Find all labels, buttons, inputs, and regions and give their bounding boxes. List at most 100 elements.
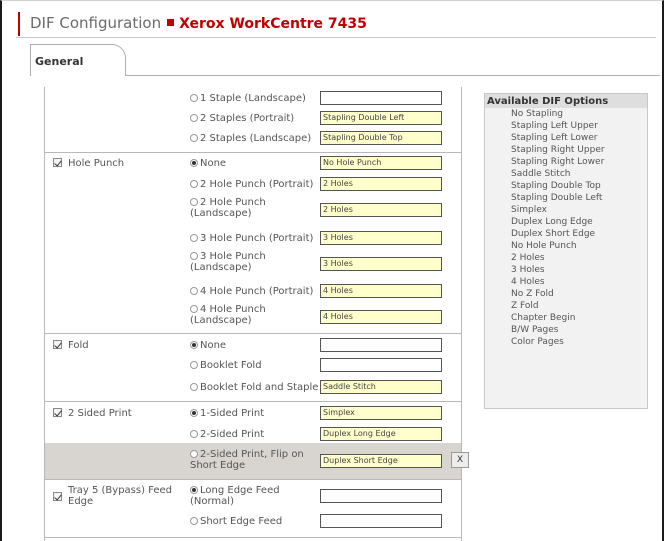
option-fold-none[interactable]: None bbox=[190, 340, 320, 351]
section-divider bbox=[45, 333, 461, 334]
title-bar: DIF Configuration Xerox WorkCentre 7435 bbox=[16, 10, 656, 38]
device-name: Xerox WorkCentre 7435 bbox=[179, 16, 367, 32]
list-item[interactable]: Z Fold bbox=[511, 300, 647, 312]
list-item[interactable]: No Hole Punch bbox=[511, 240, 647, 252]
section-divider bbox=[45, 479, 461, 480]
option-2-hole-landscape[interactable]: 2 Hole Punch (Landscape) bbox=[190, 197, 320, 219]
section-divider bbox=[45, 537, 461, 538]
group-tray-5-feed-edge[interactable]: Tray 5 (Bypass) Feed Edge bbox=[53, 485, 185, 507]
list-item[interactable]: Color Pages bbox=[511, 336, 647, 348]
field-4-hole-portrait[interactable]: 4 Holes bbox=[320, 284, 442, 298]
radio-icon[interactable] bbox=[190, 159, 198, 167]
radio-icon[interactable] bbox=[190, 94, 198, 102]
radio-icon[interactable] bbox=[190, 409, 198, 417]
option-2-hole-portrait[interactable]: 2 Hole Punch (Portrait) bbox=[190, 179, 320, 190]
radio-icon[interactable] bbox=[190, 361, 198, 369]
field-2-hole-landscape[interactable]: 2 Holes bbox=[320, 203, 442, 217]
option-booklet-fold-staple[interactable]: Booklet Fold and Staple bbox=[190, 382, 320, 393]
option-1-sided[interactable]: 1-Sided Print bbox=[190, 408, 320, 419]
dif-options-list: No Stapling Stapling Left Upper Stapling… bbox=[485, 108, 647, 348]
option-3-hole-landscape[interactable]: 3 Hole Punch (Landscape) bbox=[190, 251, 320, 273]
field-2-sided[interactable]: Duplex Long Edge bbox=[320, 427, 442, 441]
option-3-hole-portrait[interactable]: 3 Hole Punch (Portrait) bbox=[190, 233, 320, 244]
checkbox-icon[interactable] bbox=[53, 492, 62, 501]
list-item[interactable]: Stapling Double Top bbox=[511, 180, 647, 192]
group-2-sided-print[interactable]: 2 Sided Print bbox=[53, 408, 132, 419]
checkbox-icon[interactable] bbox=[53, 408, 62, 417]
option-4-hole-portrait[interactable]: 4 Hole Punch (Portrait) bbox=[190, 286, 320, 297]
list-item[interactable]: Saddle Stitch bbox=[511, 168, 647, 180]
radio-icon[interactable] bbox=[190, 134, 198, 142]
field-2-hole-portrait[interactable]: 2 Holes bbox=[320, 177, 442, 191]
title-accent-bar bbox=[18, 12, 20, 36]
option-2-sided[interactable]: 2-Sided Print bbox=[190, 429, 320, 440]
radio-icon[interactable] bbox=[190, 305, 198, 313]
list-item[interactable]: No Stapling bbox=[511, 108, 647, 120]
field-short-edge-feed[interactable] bbox=[320, 514, 442, 528]
option-hole-none[interactable]: None bbox=[190, 158, 320, 169]
page-title-text: DIF Configuration bbox=[30, 14, 162, 32]
field-hole-none[interactable]: No Hole Punch bbox=[320, 156, 442, 170]
available-dif-options: Available DIF Options No Stapling Stapli… bbox=[484, 93, 648, 409]
clear-button[interactable]: X bbox=[451, 452, 469, 468]
list-item[interactable]: B/W Pages bbox=[511, 324, 647, 336]
option-long-edge-feed[interactable]: Long Edge Feed (Normal) bbox=[190, 485, 320, 507]
field-3-hole-landscape[interactable]: 3 Holes bbox=[320, 257, 442, 271]
list-item[interactable]: Simplex bbox=[511, 204, 647, 216]
checkbox-icon[interactable] bbox=[53, 340, 62, 349]
radio-icon[interactable] bbox=[190, 450, 198, 458]
list-item[interactable]: 3 Holes bbox=[511, 264, 647, 276]
tab-general-label: General bbox=[35, 55, 84, 68]
list-item[interactable]: No Z Fold bbox=[511, 288, 647, 300]
radio-icon[interactable] bbox=[190, 341, 198, 349]
group-hole-punch[interactable]: Hole Punch bbox=[53, 158, 124, 169]
list-item[interactable]: Stapling Double Left bbox=[511, 192, 647, 204]
field-fold-none[interactable] bbox=[320, 338, 442, 352]
radio-icon[interactable] bbox=[190, 252, 198, 260]
list-item[interactable]: 2 Holes bbox=[511, 252, 647, 264]
radio-icon[interactable] bbox=[190, 198, 198, 206]
list-item[interactable]: Duplex Long Edge bbox=[511, 216, 647, 228]
tab-general[interactable]: General bbox=[30, 44, 126, 76]
page-title: DIF Configuration Xerox WorkCentre 7435 bbox=[30, 14, 367, 32]
field-2-sided-short-edge[interactable]: Duplex Short Edge bbox=[320, 454, 442, 468]
radio-icon[interactable] bbox=[190, 517, 198, 525]
available-dif-options-title: Available DIF Options bbox=[485, 94, 647, 108]
radio-icon[interactable] bbox=[190, 287, 198, 295]
option-4-hole-landscape[interactable]: 4 Hole Punch (Landscape) bbox=[190, 304, 320, 326]
section-divider bbox=[45, 152, 461, 153]
list-item[interactable]: 4 Holes bbox=[511, 276, 647, 288]
field-3-hole-portrait[interactable]: 3 Holes bbox=[320, 231, 442, 245]
option-booklet-fold[interactable]: Booklet Fold bbox=[190, 360, 320, 371]
field-1-staple-landscape[interactable] bbox=[320, 91, 442, 105]
radio-icon[interactable] bbox=[190, 486, 198, 494]
list-item[interactable]: Chapter Begin bbox=[511, 312, 647, 324]
field-1-sided[interactable]: Simplex bbox=[320, 406, 442, 420]
radio-icon[interactable] bbox=[190, 180, 198, 188]
list-item[interactable]: Stapling Left Lower bbox=[511, 132, 647, 144]
option-2-staples-landscape[interactable]: 2 Staples (Landscape) bbox=[190, 133, 320, 144]
field-booklet-fold-staple[interactable]: Saddle Stitch bbox=[320, 380, 442, 394]
list-item[interactable]: Stapling Right Lower bbox=[511, 156, 647, 168]
field-2-staples-portrait[interactable]: Stapling Double Left bbox=[320, 111, 442, 125]
option-1-staple-landscape[interactable]: 1 Staple (Landscape) bbox=[190, 93, 320, 104]
section-divider bbox=[45, 401, 461, 402]
radio-icon[interactable] bbox=[190, 114, 198, 122]
square-bullet-icon bbox=[167, 19, 175, 26]
radio-icon[interactable] bbox=[190, 234, 198, 242]
option-short-edge-feed[interactable]: Short Edge Feed bbox=[190, 516, 320, 527]
list-item[interactable]: Stapling Right Upper bbox=[511, 144, 647, 156]
radio-icon[interactable] bbox=[190, 383, 198, 391]
radio-icon[interactable] bbox=[190, 430, 198, 438]
field-2-staples-landscape[interactable]: Stapling Double Top bbox=[320, 131, 442, 145]
options-panel: 1 Staple (Landscape) 2 Staples (Portrait… bbox=[44, 87, 469, 541]
checkbox-icon[interactable] bbox=[53, 158, 62, 167]
field-booklet-fold[interactable] bbox=[320, 358, 442, 372]
option-2-sided-short-edge[interactable]: 2-Sided Print, Flip on Short Edge bbox=[190, 449, 320, 471]
group-fold[interactable]: Fold bbox=[53, 340, 89, 351]
list-item[interactable]: Stapling Left Upper bbox=[511, 120, 647, 132]
field-long-edge-feed[interactable] bbox=[320, 489, 442, 503]
option-2-staples-portrait[interactable]: 2 Staples (Portrait) bbox=[190, 113, 320, 124]
list-item[interactable]: Duplex Short Edge bbox=[511, 228, 647, 240]
field-4-hole-landscape[interactable]: 4 Holes bbox=[320, 310, 442, 324]
